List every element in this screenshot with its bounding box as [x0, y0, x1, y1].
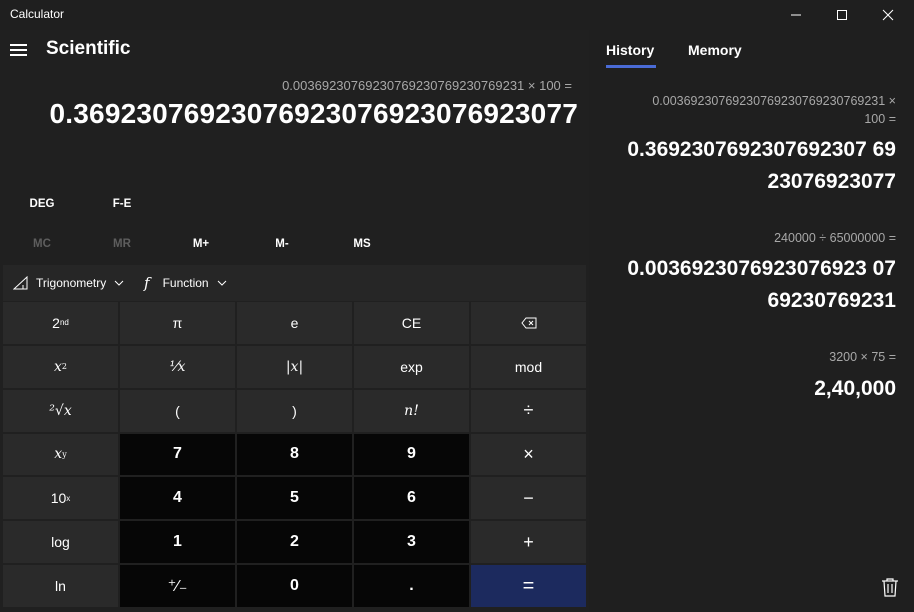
function-label: Function — [162, 276, 209, 290]
ten-power-button[interactable]: 10 x — [3, 477, 118, 520]
backspace-icon — [520, 317, 536, 329]
history-result: 0.3692307692307692307 69 — [627, 138, 896, 161]
clear-entry-button[interactable]: CE — [354, 302, 469, 344]
trigonometry-label: Trigonometry — [36, 276, 107, 290]
keypad: 2nd π e CE x2 ⅟x |x| exp mod ²√x ( ) n! … — [3, 302, 586, 607]
power-button[interactable]: xy — [3, 433, 118, 476]
history-result: 0.0036923076923076923 07 — [627, 257, 896, 280]
tab-history[interactable]: History — [606, 42, 654, 58]
digit-6-button[interactable]: 6 — [354, 477, 469, 520]
digit-5-button[interactable]: 5 — [237, 477, 352, 520]
digit-9-button[interactable]: 9 — [354, 433, 469, 476]
calculator-pane: Scientific 0.003692307692307692307692307… — [0, 30, 589, 612]
backspace-button[interactable] — [471, 302, 586, 344]
digit-0-button[interactable]: 0 — [237, 565, 352, 607]
function-icon: f — [144, 274, 150, 292]
maximize-icon — [837, 10, 847, 20]
minimize-button[interactable] — [773, 0, 819, 30]
trash-icon — [882, 578, 898, 597]
function-bar: Trigonometry f Function — [3, 265, 586, 301]
chevron-down-icon — [217, 280, 226, 286]
expression-display: 0.00369230769230769230769230769231 × 100… — [282, 78, 572, 93]
mod-button[interactable]: mod — [471, 345, 586, 388]
chevron-down-icon — [114, 280, 124, 286]
right-paren-button[interactable]: ) — [237, 389, 352, 432]
close-icon — [882, 9, 894, 21]
square-root-button[interactable]: ²√x — [3, 389, 118, 432]
history-result: 2,40,000 — [814, 377, 896, 400]
factorial-button[interactable]: n! — [354, 389, 469, 432]
navigation-menu-button[interactable] — [10, 42, 30, 56]
result-display: 0.36923076923076923076923076923077 — [49, 98, 578, 129]
equals-button[interactable]: = — [471, 565, 586, 607]
memory-clear-button[interactable]: MC — [12, 238, 72, 250]
memory-subtract-button[interactable]: M- — [252, 238, 312, 250]
exp-button[interactable]: exp — [354, 345, 469, 388]
digit-8-button[interactable]: 8 — [237, 433, 352, 476]
history-result: 69230769231 — [767, 289, 896, 312]
hamburger-icon — [10, 44, 27, 46]
history-expression: 100 = — [864, 112, 896, 126]
minus-button[interactable]: − — [471, 477, 586, 520]
window-title: Calculator — [10, 7, 65, 21]
second-function-button[interactable]: 2nd — [3, 302, 118, 344]
pi-button[interactable]: π — [120, 302, 235, 344]
title-bar: Calculator — [0, 0, 914, 30]
digit-3-button[interactable]: 3 — [354, 521, 469, 564]
plus-button[interactable]: + — [471, 521, 586, 564]
decimal-button[interactable]: . — [354, 565, 469, 607]
minimize-icon — [791, 14, 801, 16]
deg-button[interactable]: DEG — [12, 198, 72, 210]
reciprocal-button[interactable]: ⅟x — [120, 345, 235, 388]
digit-1-button[interactable]: 1 — [120, 521, 235, 564]
log-button[interactable]: log — [3, 521, 118, 564]
digit-4-button[interactable]: 4 — [120, 477, 235, 520]
trigonometry-dropdown[interactable]: Trigonometry — [13, 265, 126, 301]
function-dropdown[interactable]: f Function — [144, 265, 229, 301]
multiply-button[interactable]: × — [471, 433, 586, 476]
ln-button[interactable]: ln — [3, 565, 118, 607]
history-expression: 240000 ÷ 65000000 = — [774, 231, 896, 245]
clear-history-button[interactable] — [881, 578, 899, 603]
triangle-ruler-icon — [13, 276, 28, 290]
digit-7-button[interactable]: 7 — [120, 433, 235, 476]
active-tab-indicator — [606, 65, 656, 68]
tab-memory[interactable]: Memory — [688, 42, 742, 58]
memory-store-button[interactable]: MS — [332, 238, 392, 250]
history-expression: 3200 × 75 = — [829, 350, 896, 364]
history-pane: History Memory 0.00369230769230769230769… — [589, 30, 914, 612]
maximize-button[interactable] — [819, 0, 865, 30]
left-paren-button[interactable]: ( — [120, 389, 235, 432]
mode-title: Scientific — [46, 38, 131, 59]
close-button[interactable] — [865, 0, 911, 30]
square-button[interactable]: x2 — [3, 345, 118, 388]
absolute-value-button[interactable]: |x| — [237, 345, 352, 388]
memory-recall-button[interactable]: MR — [92, 238, 152, 250]
e-button[interactable]: e — [237, 302, 352, 344]
history-expression: 0.00369230769230769230769230769231 × — [652, 94, 896, 108]
fe-button[interactable]: F-E — [92, 198, 152, 210]
digit-2-button[interactable]: 2 — [237, 521, 352, 564]
history-result: 23076923077 — [767, 170, 896, 193]
divide-button[interactable]: ÷ — [471, 389, 586, 432]
negate-button[interactable]: ⁺∕₋ — [120, 565, 235, 607]
memory-add-button[interactable]: M+ — [171, 238, 231, 250]
